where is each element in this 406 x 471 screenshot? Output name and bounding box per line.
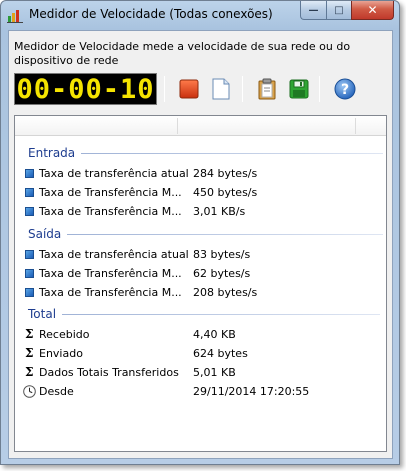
group-title: Saída [28,227,62,241]
column-divider[interactable] [177,118,178,134]
column-divider[interactable] [355,118,356,134]
stop-button[interactable] [178,78,200,100]
maximize-icon: □ [334,4,344,16]
clock-icon [23,385,36,398]
description-text: Medidor de Velocidade mede a velocidade … [14,40,351,67]
copy-button[interactable] [256,78,278,100]
close-button[interactable]: ✕ [351,1,394,20]
toolbar: 00-00-10 ? [14,72,386,106]
list-item[interactable]: Desde 29/11/2014 17:20:55 [23,383,378,401]
list-item[interactable]: Taxa de Transferência M... 3,01 KB/s [23,203,378,221]
close-icon: ✕ [367,3,378,17]
rate-icon [25,207,34,216]
list-header[interactable] [15,116,386,136]
group-title: Entrada [28,146,76,160]
toolbar-separator [242,76,243,102]
new-document-button[interactable] [210,78,232,100]
window-controls: — □ ✕ [300,1,394,21]
help-button[interactable]: ? [334,78,356,100]
rate-icon [25,288,34,297]
group-header-total[interactable]: Total [28,307,381,321]
sigma-icon: Σ [25,327,34,341]
minimize-button[interactable]: — [300,1,326,20]
client-area: Medidor de Velocidade mede a velocidade … [8,30,393,459]
window-title: Medidor de Velocidade (Todas conexões) [29,7,273,21]
document-icon [212,78,230,100]
maximize-button[interactable]: □ [326,1,351,20]
list-item[interactable]: Σ Enviado 624 bytes [23,345,378,363]
stop-icon [179,79,199,99]
list-item[interactable]: Σ Dados Totais Transferidos 5,01 KB [23,364,378,382]
toolbar-separator [319,76,320,102]
svg-text:?: ? [341,82,349,98]
rate-icon [25,169,34,178]
minimize-icon: — [308,4,319,16]
stats-list[interactable]: Entrada Taxa de transferência atual 284 … [14,115,387,452]
toolbar-separator [164,76,165,102]
group-divider [62,313,381,315]
rate-icon [25,250,34,259]
group-divider [81,152,384,154]
list-item[interactable]: Taxa de transferência atual 83 bytes/s [23,246,378,264]
save-button[interactable] [288,78,310,100]
speed-meter-window: Medidor de Velocidade (Todas conexões) —… [0,0,400,465]
help-icon: ? [334,78,356,100]
app-icon [7,7,23,23]
group-title: Total [28,307,57,321]
save-icon [289,79,309,99]
rate-icon [25,188,34,197]
sigma-icon: Σ [25,365,34,379]
sigma-icon: Σ [25,346,34,360]
elapsed-timer: 00-00-10 [14,73,157,105]
clipboard-icon [258,78,276,100]
group-header-saida[interactable]: Saída [28,227,384,241]
list-item[interactable]: Taxa de Transferência M... 62 bytes/s [23,265,378,283]
list-item[interactable]: Taxa de transferência atual 284 bytes/s [23,165,378,183]
group-header-entrada[interactable]: Entrada [28,146,384,160]
title-bar[interactable]: Medidor de Velocidade (Todas conexões) —… [1,1,399,29]
list-item[interactable]: Taxa de Transferência M... 450 bytes/s [23,184,378,202]
group-divider [67,233,384,235]
list-item[interactable]: Σ Recebido 4,40 KB [23,326,378,344]
rate-icon [25,269,34,278]
list-item[interactable]: Taxa de Transferência M... 208 bytes/s [23,284,378,302]
